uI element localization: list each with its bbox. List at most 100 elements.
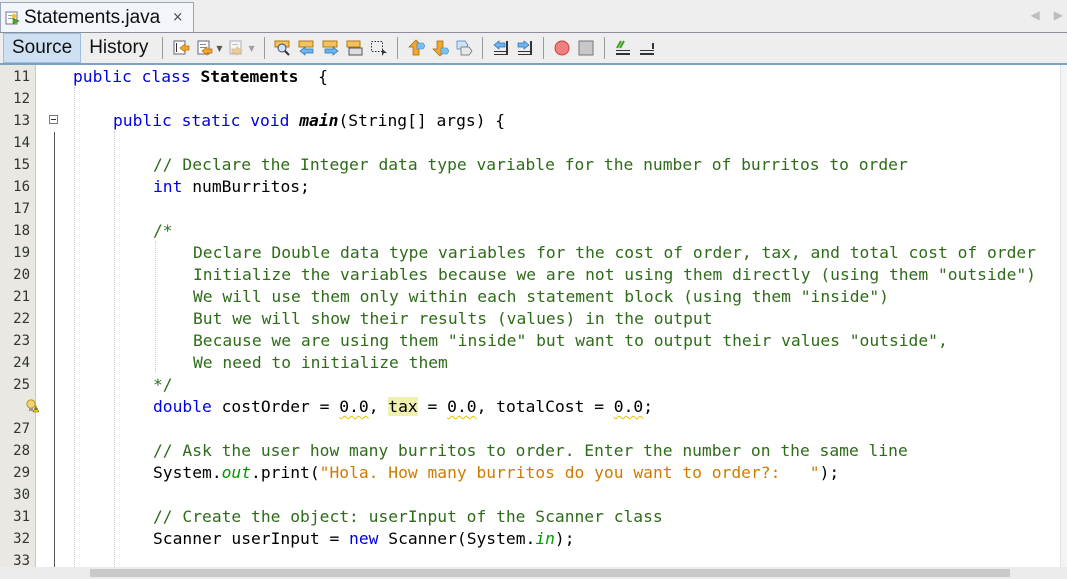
code-token: Scanner userInput =: [153, 529, 350, 548]
horizontal-scrollbar[interactable]: [0, 567, 1067, 579]
code-token: /*: [153, 221, 173, 240]
back-dropdown-icon[interactable]: ▼: [216, 44, 222, 53]
code-editor[interactable]: 11 public class Statements { 12 13 public st…: [0, 65, 1067, 579]
line-number: 31: [13, 509, 30, 525]
code-line[interactable]: 13 public static void main(String[] args)…: [0, 110, 1060, 132]
warning-bulb-icon[interactable]: [25, 398, 40, 413]
code-line[interactable]: 31 // Create the object: userInput of the…: [0, 506, 1060, 528]
stop-macro-icon[interactable]: [577, 39, 595, 57]
code-line[interactable]: 18 /*: [0, 220, 1060, 242]
find-previous-icon[interactable]: [298, 39, 316, 57]
code-token: 0.0: [613, 397, 644, 416]
code-line[interactable]: 20 Initialize the variables because we ar…: [0, 264, 1060, 286]
code-text: */: [153, 374, 173, 396]
code-line[interactable]: 17: [0, 198, 1060, 220]
find-next-icon[interactable]: [322, 39, 340, 57]
line-number: 16: [13, 179, 30, 195]
next-bookmark-icon[interactable]: [431, 39, 450, 57]
code-token: We need to initialize them: [193, 353, 448, 372]
code-line[interactable]: 23 Because we are using them "inside" but…: [0, 330, 1060, 352]
find-icon[interactable]: [274, 39, 292, 57]
previous-bookmark-icon[interactable]: [407, 39, 426, 57]
code-text: Initialize the variables because we are …: [193, 264, 1036, 286]
toolbar-separator: [481, 37, 483, 59]
code-token: in: [535, 529, 555, 548]
next-tab-icon[interactable]: ▶: [1054, 8, 1063, 22]
rect-selection-icon[interactable]: [370, 39, 388, 57]
line-number: 12: [13, 91, 30, 107]
source-view-button[interactable]: Source: [3, 33, 82, 63]
code-token: new: [349, 529, 379, 548]
code-text: double costOrder = 0.0, tax = 0.0, total…: [153, 396, 653, 418]
code-token: (String[] args) {: [338, 111, 506, 130]
shift-left-icon[interactable]: [492, 39, 510, 57]
code-token: costOrder =: [211, 397, 340, 416]
horizontal-scrollbar-thumb[interactable]: [90, 569, 1010, 577]
code-line[interactable]: 11 public class Statements {: [0, 66, 1060, 88]
previous-tab-icon[interactable]: ◀: [1031, 8, 1040, 22]
java-file-icon: [5, 10, 21, 26]
code-text: // Declare the Integer data type variabl…: [153, 154, 908, 176]
tab-navigation: ◀ ▶: [1031, 8, 1063, 22]
code-token: =: [417, 397, 448, 416]
code-token: Scanner(System.: [378, 529, 536, 548]
code-token: We will use them only within each statem…: [193, 287, 889, 306]
code-line[interactable]: 29 System.out.print("Hola. How many burri…: [0, 462, 1060, 484]
last-edit-icon[interactable]: [172, 39, 190, 57]
code-text: System.out.print("Hola. How many burrito…: [153, 462, 839, 484]
history-view-button[interactable]: History: [81, 33, 156, 63]
comment-icon[interactable]: [614, 39, 632, 57]
toggle-highlight-icon[interactable]: [346, 39, 364, 57]
code-token: Initialize the variables because we are …: [193, 265, 1036, 284]
code-line[interactable]: 12: [0, 88, 1060, 110]
code-token: Declare Double data type variables for t…: [193, 243, 1036, 262]
code-line[interactable]: 22 But we will show their results (values…: [0, 308, 1060, 330]
code-line[interactable]: 14: [0, 132, 1060, 154]
code-line[interactable]: 28 // Ask the user how many burritos to o…: [0, 440, 1060, 462]
line-number: 20: [13, 267, 30, 283]
code-line[interactable]: 27: [0, 418, 1060, 440]
toolbar-separator: [396, 37, 398, 59]
code-token: main: [299, 111, 339, 130]
uncomment-icon[interactable]: [638, 39, 656, 57]
code-text: We will use them only within each statem…: [193, 286, 889, 308]
tab-file-name: Statements.java: [24, 6, 161, 28]
vertical-scrollbar[interactable]: [1060, 65, 1067, 567]
code-token: But we will show their results (values) …: [193, 309, 713, 328]
line-number: 22: [13, 311, 30, 327]
line-number: 18: [13, 223, 30, 239]
code-line[interactable]: 19 Declare Double data type variables for…: [0, 242, 1060, 264]
code-token: );: [554, 529, 575, 548]
code-token: ,: [368, 397, 389, 416]
toolbar-separator: [542, 37, 544, 59]
line-number: 14: [13, 135, 30, 151]
line-number: 30: [13, 487, 30, 503]
code-line[interactable]: 16 int numBurritos;: [0, 176, 1060, 198]
code-line[interactable]: double costOrder = 0.0, tax = 0.0, total…: [0, 396, 1060, 418]
back-icon[interactable]: [196, 39, 214, 57]
code-line[interactable]: 32 Scanner userInput = new Scanner(System…: [0, 528, 1060, 550]
code-text: /*: [153, 220, 173, 242]
shift-right-icon[interactable]: [516, 39, 534, 57]
code-token: "Hola. How many burritos do you want to …: [319, 463, 820, 482]
editor-tab-strip: Statements.java × ◀ ▶: [0, 0, 1067, 33]
toolbar-separator: [263, 37, 265, 59]
close-tab-icon[interactable]: ×: [172, 10, 183, 25]
line-number: 21: [13, 289, 30, 305]
start-macro-icon[interactable]: [553, 39, 571, 57]
code-token: ;: [643, 397, 654, 416]
code-line[interactable]: 25 */: [0, 374, 1060, 396]
code-token: , totalCost =: [476, 397, 614, 416]
code-line[interactable]: 24 We need to initialize them: [0, 352, 1060, 374]
toggle-bookmark-icon[interactable]: [455, 39, 473, 57]
code-token: tax: [388, 397, 418, 416]
tab-statements-java[interactable]: Statements.java ×: [0, 2, 194, 32]
forward-icon[interactable]: [228, 39, 246, 57]
code-line[interactable]: 15 // Declare the Integer data type varia…: [0, 154, 1060, 176]
line-number: 27: [13, 421, 30, 437]
line-number: 13: [13, 113, 30, 129]
code-line[interactable]: 21 We will use them only within each stat…: [0, 286, 1060, 308]
code-line[interactable]: 30: [0, 484, 1060, 506]
forward-dropdown-icon[interactable]: ▼: [248, 44, 254, 53]
code-text: int numBurritos;: [153, 176, 310, 198]
